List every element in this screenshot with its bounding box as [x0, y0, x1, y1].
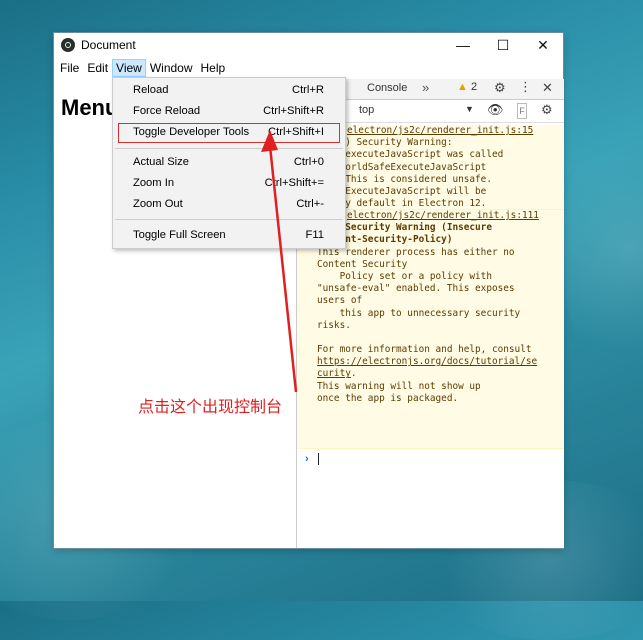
arrow-head	[261, 130, 278, 152]
arrow-shaft	[268, 145, 298, 393]
annotation-label: 点击这个出现控制台	[138, 397, 283, 416]
annotation-arrow	[261, 130, 298, 393]
